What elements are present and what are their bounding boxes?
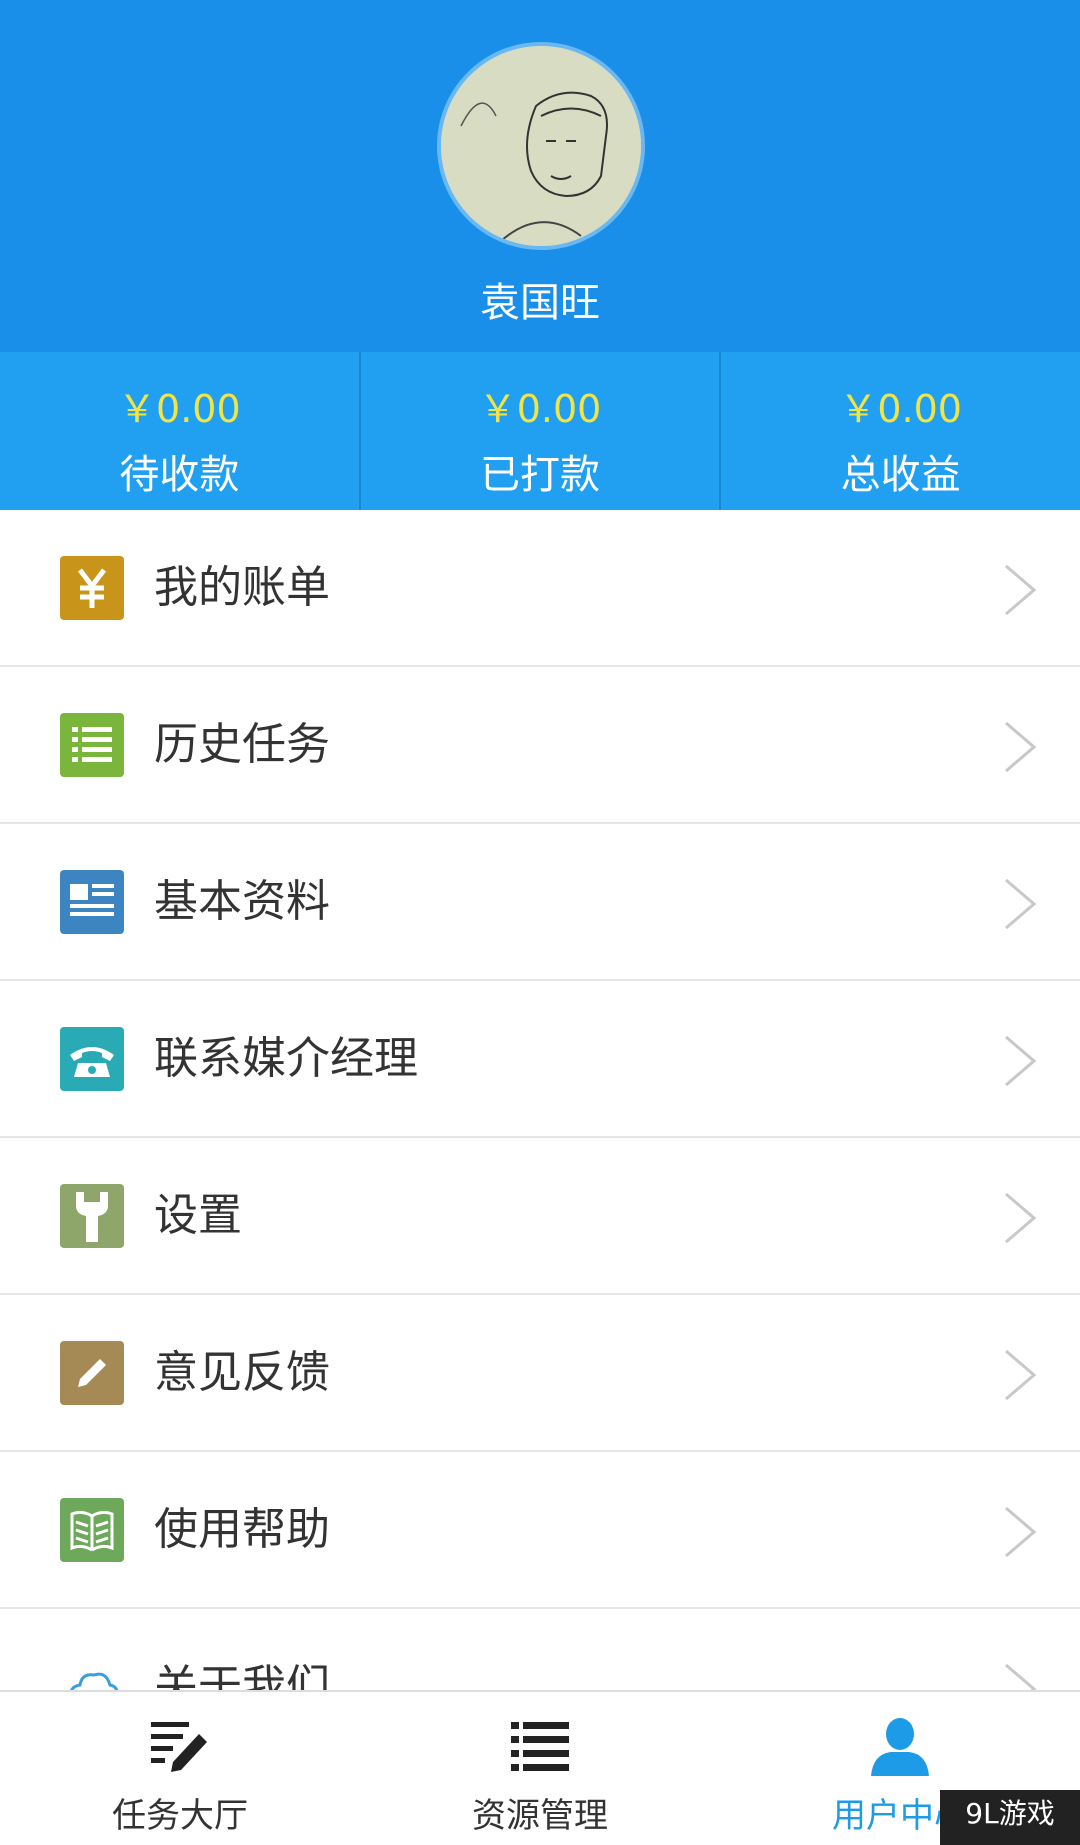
menu-item-label: 设置 — [154, 1190, 242, 1241]
stat-paid[interactable]: ￥0.00 已打款 — [361, 352, 722, 510]
menu-item-help[interactable]: 使用帮助 — [0, 1452, 1080, 1609]
stat-total[interactable]: ￥0.00 总收益 — [721, 352, 1080, 510]
tab-resource-management[interactable]: 资源管理 — [360, 1692, 720, 1845]
menu-item-label: 我的账单 — [154, 562, 330, 613]
menu-item-label: 联系媒介经理 — [154, 1033, 418, 1084]
menu-item-basic-info[interactable]: 基本资料 — [0, 824, 1080, 981]
stat-label: 总收益 — [840, 452, 961, 498]
menu-item-settings[interactable]: 设置 — [0, 1138, 1080, 1295]
edit-list-icon — [151, 1722, 207, 1772]
tab-label: 资源管理 — [472, 1796, 608, 1836]
menu-list: 我的账单 历史任务 基本资料 联系媒介经理 设置 意见反馈 使用帮助 关于我们 — [0, 510, 1080, 1690]
list-icon — [60, 713, 124, 777]
username: 袁国旺 — [480, 280, 600, 326]
stat-amount: ￥0.00 — [478, 387, 602, 431]
book-icon — [60, 1498, 124, 1562]
stat-amount: ￥0.00 — [118, 387, 241, 431]
chevron-right-icon — [1005, 1506, 1037, 1558]
menu-item-label: 意见反馈 — [154, 1347, 330, 1398]
menu-item-bill[interactable]: 我的账单 — [0, 510, 1080, 667]
bottom-nav: 任务大厅 资源管理 用户中心 — [0, 1690, 1080, 1845]
list-icon — [511, 1722, 569, 1771]
menu-item-label: 关于我们 — [154, 1661, 330, 1690]
menu-item-label: 基本资料 — [154, 876, 330, 927]
chevron-right-icon — [1005, 1663, 1037, 1690]
menu-item-label: 历史任务 — [154, 719, 330, 770]
user-icon — [871, 1718, 929, 1776]
chevron-right-icon — [1005, 1035, 1037, 1087]
stat-label: 已打款 — [480, 452, 600, 498]
sketch-portrait-avatar-icon — [441, 46, 641, 246]
tab-task-hall[interactable]: 任务大厅 — [0, 1692, 360, 1845]
stat-label: 待收款 — [119, 452, 240, 498]
profile-card-icon — [60, 870, 124, 934]
menu-item-about[interactable]: 关于我们 — [0, 1609, 1080, 1690]
stat-pending[interactable]: ￥0.00 待收款 — [0, 352, 361, 510]
menu-item-label: 使用帮助 — [154, 1504, 330, 1555]
tab-label: 任务大厅 — [112, 1796, 248, 1836]
profile-header: 袁国旺 — [0, 0, 1080, 352]
menu-item-feedback[interactable]: 意见反馈 — [0, 1295, 1080, 1452]
menu-item-contact-manager[interactable]: 联系媒介经理 — [0, 981, 1080, 1138]
phone-icon — [60, 1027, 124, 1091]
chevron-right-icon — [1005, 1349, 1037, 1401]
pencil-icon — [60, 1341, 124, 1405]
wrench-icon — [60, 1184, 124, 1248]
avatar[interactable] — [437, 42, 645, 250]
chevron-right-icon — [1005, 878, 1037, 930]
chevron-right-icon — [1005, 721, 1037, 773]
menu-item-history-tasks[interactable]: 历史任务 — [0, 667, 1080, 824]
chevron-right-icon — [1005, 1192, 1037, 1244]
watermark: 9L游戏 — [940, 1790, 1080, 1845]
stats-bar: ￥0.00 待收款 ￥0.00 已打款 ￥0.00 总收益 — [0, 352, 1080, 510]
stat-amount: ￥0.00 — [839, 387, 962, 431]
cloud-icon — [60, 1655, 124, 1690]
chevron-right-icon — [1005, 564, 1037, 616]
yuan-icon — [60, 556, 124, 620]
